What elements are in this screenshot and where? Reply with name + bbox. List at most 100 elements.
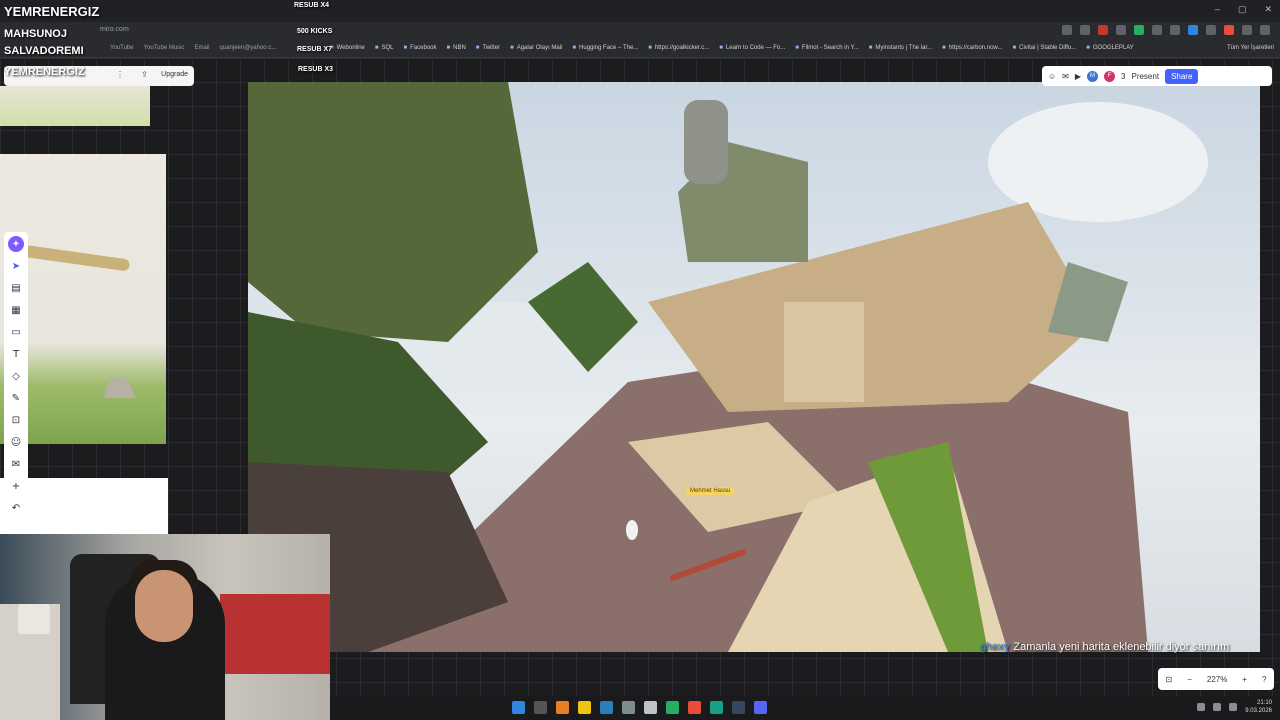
zoom-out-button[interactable]: − (1187, 675, 1192, 684)
bookmark[interactable]: Civitai | Stable Diffu... (1012, 45, 1076, 51)
extension-icon[interactable] (1134, 25, 1144, 35)
star-icon[interactable] (1062, 25, 1072, 35)
game-scene (248, 82, 1208, 652)
bookmark[interactable]: Agalar Olayı Mail (510, 45, 563, 51)
extension-icon[interactable] (1098, 25, 1108, 35)
clock-time: 21:10 (1256, 700, 1272, 706)
emoji-icon[interactable]: ☺ (8, 434, 24, 450)
taskbar-apps (512, 701, 767, 714)
zoom-level[interactable]: 227% (1207, 675, 1227, 684)
extension-icon[interactable] (1116, 25, 1126, 35)
address-bar[interactable]: miro.com (100, 26, 129, 33)
extension-icon[interactable] (1152, 25, 1162, 35)
bookmark[interactable]: Facebook (404, 45, 436, 51)
bookmark[interactable]: Hugging Face – The... (572, 45, 638, 51)
more-icon[interactable]: ⋮ (116, 70, 124, 79)
shapes-icon[interactable]: ◇ (8, 368, 24, 384)
extension-icon[interactable] (1170, 25, 1180, 35)
crop-frame-icon[interactable]: ⊡ (8, 412, 24, 428)
collaborator-count[interactable]: 3 (1121, 72, 1125, 81)
chat-overlay: ghexy Zamanla yeni harita eklenebilir diy… (980, 641, 1229, 653)
sub-overlay: YEMRENERGIZ (4, 66, 85, 78)
chrome-icon[interactable] (666, 701, 679, 714)
alert-overlay: RESUB X4 (294, 2, 330, 9)
search-icon[interactable] (534, 701, 547, 714)
frame-icon[interactable]: ▦ (8, 302, 24, 318)
add-icon[interactable]: + (8, 478, 24, 494)
zoom-in-button[interactable]: + (1242, 675, 1247, 684)
extension-icon[interactable] (1080, 25, 1090, 35)
firefox-icon[interactable] (688, 701, 701, 714)
alert-overlay: 500 KICKS (297, 28, 333, 35)
bookmark[interactable]: Email (195, 45, 210, 51)
avatar[interactable]: F (1104, 70, 1116, 82)
app-icon[interactable] (644, 701, 657, 714)
bookmark[interactable]: quanjeen@yahoo.c... (220, 45, 277, 51)
fit-to-screen-icon[interactable]: ⊡ (1166, 675, 1173, 684)
extension-icon[interactable] (1224, 25, 1234, 35)
share-button[interactable]: Share (1165, 68, 1199, 84)
undo-icon[interactable]: ↶ (8, 500, 24, 516)
zoom-control: ⊡ − 227% + ? (1158, 668, 1274, 690)
text-icon[interactable]: T (8, 346, 24, 362)
webcam-feed (0, 534, 330, 720)
app-icon[interactable] (710, 701, 723, 714)
templates-icon[interactable]: ▤ (8, 280, 24, 296)
bookmarks-left: YouTube YouTube Music Email quanjeen@yah… (110, 45, 276, 51)
chat-icon[interactable]: ✉ (1062, 72, 1069, 81)
board-image-thumbnail[interactable] (0, 86, 150, 126)
app-icon[interactable] (556, 701, 569, 714)
pen-icon[interactable]: ✎ (8, 390, 24, 406)
bookmarks-list: Webonline SQL Facebook NBN Twitter Agala… (330, 45, 1134, 51)
bookmark[interactable]: https://goalkicker.c... (648, 45, 709, 51)
app-icon[interactable] (732, 701, 745, 714)
profile-icon[interactable] (1260, 25, 1270, 35)
streamer-name-overlay: YEMRENERGIZ (4, 4, 100, 19)
video-icon[interactable]: ▶ (1075, 72, 1081, 81)
avatar[interactable]: M (1087, 70, 1099, 82)
stone-head-statue (684, 100, 728, 184)
bookmark[interactable]: https://carbon.now... (942, 45, 1003, 51)
browser-tab-strip: – ▢ ✕ (0, 0, 1280, 22)
tray-icon[interactable] (1197, 703, 1206, 711)
store-icon[interactable] (622, 701, 635, 714)
present-button[interactable]: Present (1131, 72, 1159, 81)
chat-username: ghexy (980, 641, 1010, 653)
wifi-icon[interactable] (1213, 703, 1222, 711)
bookmark[interactable]: Myinstants | The lar... (869, 45, 932, 51)
bookmark[interactable]: YouTube Music (144, 45, 185, 51)
folder-icon[interactable] (578, 701, 591, 714)
bookmark[interactable]: SQL (375, 45, 394, 51)
bookmark[interactable]: Filmot - Search in Y... (795, 45, 859, 51)
discord-icon[interactable] (754, 701, 767, 714)
sticky-note-icon[interactable]: ▭ (8, 324, 24, 340)
start-icon[interactable] (512, 701, 525, 714)
upgrade-button[interactable]: Upgrade (161, 71, 188, 78)
ai-sparkle-icon[interactable]: ✦ (8, 236, 24, 252)
bookmark[interactable]: Webonline (330, 45, 365, 51)
streamer-face (135, 570, 193, 642)
close-icon[interactable]: ✕ (1264, 4, 1272, 15)
bookmark[interactable]: YouTube (110, 45, 134, 51)
extension-icon[interactable] (1206, 25, 1216, 35)
reactions-icon[interactable]: ☺ (1048, 72, 1056, 81)
select-cursor-icon[interactable]: ➤ (8, 258, 24, 274)
edge-icon[interactable] (600, 701, 613, 714)
export-icon[interactable]: ⇪ (141, 70, 148, 79)
player-character (626, 520, 638, 540)
maximize-icon[interactable]: ▢ (1238, 4, 1247, 15)
clock[interactable]: 21:10 9.03.2026 (1245, 699, 1272, 715)
bookmark[interactable]: Twitter (476, 45, 500, 51)
minimize-icon[interactable]: – (1215, 4, 1220, 15)
download-icon[interactable] (1242, 25, 1252, 35)
all-bookmarks[interactable]: Tüm Yer İşaretleri (1227, 45, 1274, 51)
comment-icon[interactable]: ✉ (8, 456, 24, 472)
statue-arm (19, 244, 131, 272)
extension-icon[interactable] (1188, 25, 1198, 35)
volume-icon[interactable] (1229, 703, 1238, 711)
bookmark[interactable]: NBN (447, 45, 466, 51)
bookmark[interactable]: GOOGLEPLAY (1086, 45, 1134, 51)
bookmark[interactable]: Learn to Code — Fo... (719, 45, 785, 51)
help-icon[interactable]: ? (1262, 675, 1266, 684)
game-screenshot[interactable]: Mehmet Hassu (248, 82, 1260, 652)
